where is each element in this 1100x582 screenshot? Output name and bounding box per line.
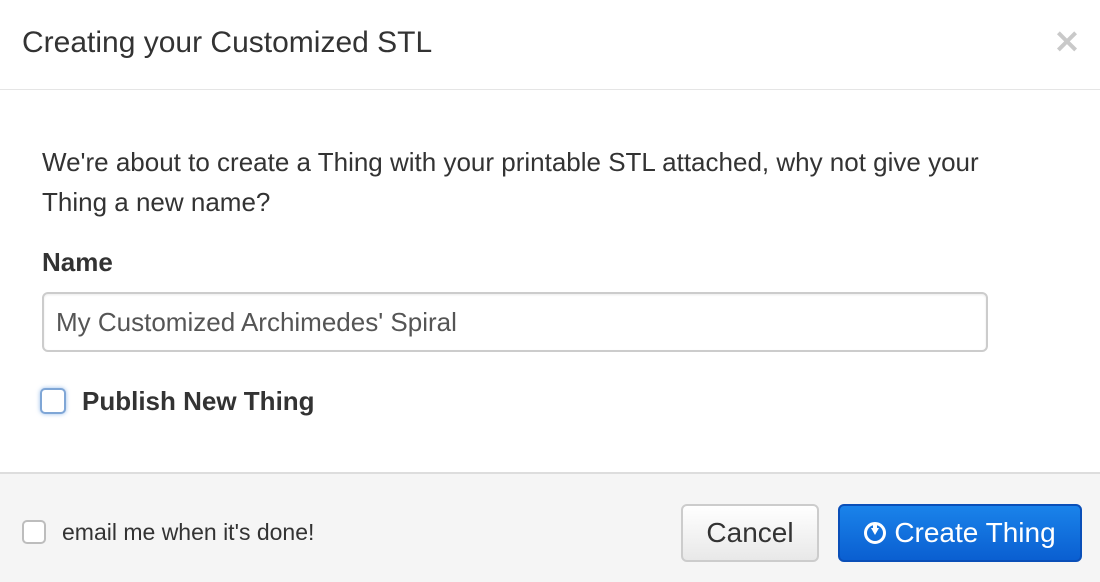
cancel-button-label: Cancel bbox=[706, 517, 794, 548]
intro-text: We're about to create a Thing with your … bbox=[42, 147, 979, 217]
name-label: Name bbox=[42, 247, 113, 277]
create-thing-button[interactable]: Create Thing bbox=[838, 504, 1082, 562]
publish-checkbox[interactable] bbox=[40, 388, 66, 414]
publish-label[interactable]: Publish New Thing bbox=[82, 384, 315, 418]
dialog-title: Creating your Customized STL bbox=[22, 26, 433, 59]
cancel-button[interactable]: Cancel bbox=[681, 504, 819, 562]
dialog-body: We're about to create a Thing with your … bbox=[0, 90, 1100, 472]
email-label[interactable]: email me when it's done! bbox=[62, 517, 314, 547]
create-thing-label: Create Thing bbox=[894, 517, 1056, 548]
create-stl-dialog: Creating your Customized STL × We're abo… bbox=[0, 0, 1100, 582]
email-checkbox[interactable] bbox=[22, 520, 46, 544]
dialog-header: Creating your Customized STL × bbox=[0, 0, 1100, 90]
close-button[interactable]: × bbox=[1052, 24, 1082, 58]
dialog-footer: email me when it's done! Cancel Create T… bbox=[0, 472, 1100, 582]
name-input[interactable] bbox=[42, 292, 988, 352]
download-circle-icon bbox=[864, 522, 887, 544]
